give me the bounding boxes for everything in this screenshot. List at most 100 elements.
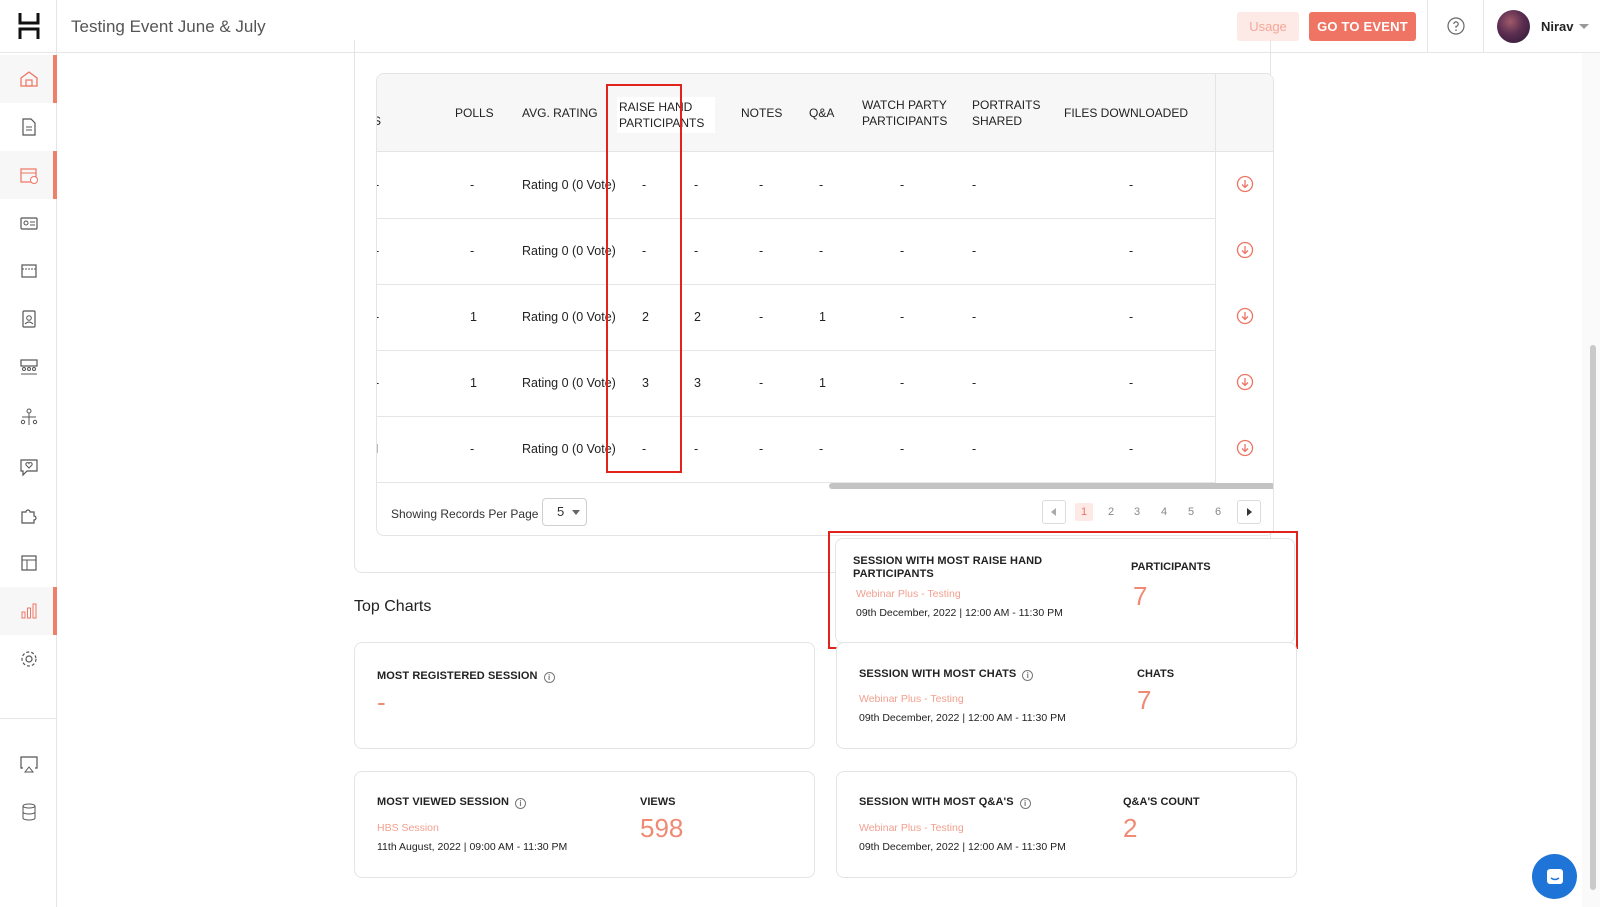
brand-logo[interactable] — [0, 0, 57, 53]
table-cell: - — [972, 442, 977, 456]
column-header-truncated: S — [377, 113, 381, 129]
sidebar-item-database[interactable] — [0, 788, 57, 836]
sidebar-item-integrations[interactable] — [0, 491, 57, 539]
horizontal-scrollbar[interactable] — [829, 483, 1273, 489]
id-card-icon — [19, 217, 38, 230]
card-title-text: MOST VIEWED SESSION — [377, 796, 510, 808]
page-5-button[interactable]: 5 — [1182, 503, 1200, 521]
sidebar-item-speaker[interactable] — [0, 295, 57, 343]
sidebar-item-document[interactable] — [0, 103, 57, 151]
go-to-event-button[interactable]: GO TO EVENT — [1309, 12, 1416, 41]
column-header-polls: POLLS — [455, 106, 494, 120]
table-cell: - — [1129, 178, 1134, 192]
table-header: S POLLS AVG. RATING RAISE HAND PARTICIPA… — [377, 74, 1273, 152]
download-icon[interactable] — [1236, 241, 1254, 259]
table-cell: - — [900, 376, 905, 390]
vertical-scrollbar[interactable] — [1590, 345, 1596, 890]
sidebar-item-settings[interactable] — [0, 635, 57, 683]
table-cell: - — [470, 178, 475, 192]
column-header-qa: Q&A — [809, 106, 835, 120]
networking-icon — [20, 408, 37, 425]
table-cell: - — [1129, 244, 1134, 258]
per-page-value: 5 — [557, 504, 565, 519]
sidebar-item-analytics[interactable] — [0, 587, 57, 635]
chevron-down-icon[interactable] — [1579, 24, 1589, 29]
table-cell: - — [759, 442, 764, 456]
sidebar-item-networking[interactable] — [0, 393, 57, 441]
sidebar-item-attendees[interactable] — [0, 199, 57, 247]
info-icon[interactable]: i — [1022, 670, 1034, 681]
session-link[interactable]: HBS Session — [377, 822, 439, 834]
event-title: Testing Event June & July — [71, 17, 266, 36]
table-cell: 3 — [694, 376, 701, 390]
sidebar-item-home[interactable] — [0, 55, 57, 103]
page-2-button[interactable]: 2 — [1102, 503, 1120, 521]
table-row: I - Rating 0 (0 Vote) - - - - - - - — [377, 417, 1273, 483]
metric-value: 7 — [1137, 685, 1152, 715]
sidebar-item-engagement[interactable] — [0, 443, 57, 491]
session-link[interactable]: Webinar Plus - Testing — [859, 693, 964, 705]
previous-page-button[interactable] — [1042, 500, 1066, 524]
column-header-avg-rating: AVG. RATING — [522, 106, 598, 120]
user-name[interactable]: Nirav — [1541, 19, 1574, 34]
sidebar-item-present[interactable] — [0, 740, 57, 788]
next-page-button[interactable] — [1237, 500, 1261, 524]
per-page-select[interactable]: 5 — [542, 498, 587, 526]
app-root: Testing Event June & July Usage GO TO EV… — [0, 0, 1600, 907]
session-date: 09th December, 2022 | 12:00 AM - 11:30 P… — [859, 712, 1066, 724]
table-cell: - — [900, 442, 905, 456]
table-cell: - — [694, 244, 699, 258]
table-cell: Rating 0 (0 Vote) — [522, 178, 616, 192]
table-cell: I — [377, 442, 378, 456]
download-icon[interactable] — [1236, 373, 1254, 391]
info-icon[interactable]: i — [543, 672, 555, 683]
card-title-text: MOST REGISTERED SESSION — [377, 670, 538, 682]
top-charts-title: Top Charts — [354, 598, 432, 615]
raise-hand-card-highlight — [828, 531, 1298, 649]
session-date: 09th December, 2022 | 12:00 AM - 11:30 P… — [859, 841, 1066, 853]
layout-icon — [20, 555, 37, 571]
table-row: - - Rating 0 (0 Vote) - - - - - - - — [377, 153, 1273, 219]
help-icon[interactable] — [1447, 17, 1465, 35]
sidebar-item-lounge[interactable] — [0, 343, 57, 391]
table-cell: 1 — [470, 376, 477, 390]
table-cell: - — [1129, 376, 1134, 390]
card-title-text: SESSION WITH MOST CHATS — [859, 668, 1017, 680]
table-cell: - — [819, 244, 824, 258]
sidebar-item-booth[interactable] — [0, 247, 57, 295]
page-1-button[interactable]: 1 — [1075, 503, 1093, 521]
sidebar-item-calendar[interactable] — [0, 151, 57, 199]
table-cell: 1 — [819, 310, 826, 324]
table-cell: Rating 0 (0 Vote) — [522, 244, 616, 258]
card-title: MOST REGISTERED SESSION i — [377, 670, 555, 683]
download-icon[interactable] — [1236, 175, 1254, 193]
session-date: 11th August, 2022 | 09:00 AM - 11:30 PM — [377, 841, 568, 853]
table-cell: - — [759, 244, 764, 258]
usage-button[interactable]: Usage — [1237, 12, 1299, 41]
table-cell: - — [972, 376, 977, 390]
table-cell: - — [759, 178, 764, 192]
table-cell: - — [759, 376, 764, 390]
table-row: - - Rating 0 (0 Vote) - - - - - - - — [377, 219, 1273, 285]
table-cell: - — [900, 310, 905, 324]
calendar-icon — [19, 168, 38, 184]
page-6-button[interactable]: 6 — [1209, 503, 1227, 521]
chevron-right-icon — [1247, 508, 1252, 516]
sidebar-item-layout[interactable] — [0, 539, 57, 587]
table-cell: - — [377, 376, 379, 390]
info-icon[interactable]: i — [1019, 798, 1031, 809]
user-avatar[interactable] — [1497, 10, 1530, 43]
bar-chart-icon — [21, 603, 36, 619]
info-icon[interactable]: i — [515, 798, 527, 809]
table-row: - 1 Rating 0 (0 Vote) 3 3 - 1 - - - — [377, 351, 1273, 417]
most-chats-session-card: SESSION WITH MOST CHATS i Webinar Plus - … — [836, 642, 1297, 749]
table-cell: 1 — [819, 376, 826, 390]
page-3-button[interactable]: 3 — [1128, 503, 1146, 521]
download-icon[interactable] — [1236, 307, 1254, 325]
metric-value: - — [377, 687, 386, 717]
table-cell: - — [819, 178, 824, 192]
page-4-button[interactable]: 4 — [1155, 503, 1173, 521]
live-chat-button[interactable] — [1532, 854, 1577, 899]
session-link[interactable]: Webinar Plus - Testing — [859, 822, 964, 834]
download-icon[interactable] — [1236, 439, 1254, 457]
